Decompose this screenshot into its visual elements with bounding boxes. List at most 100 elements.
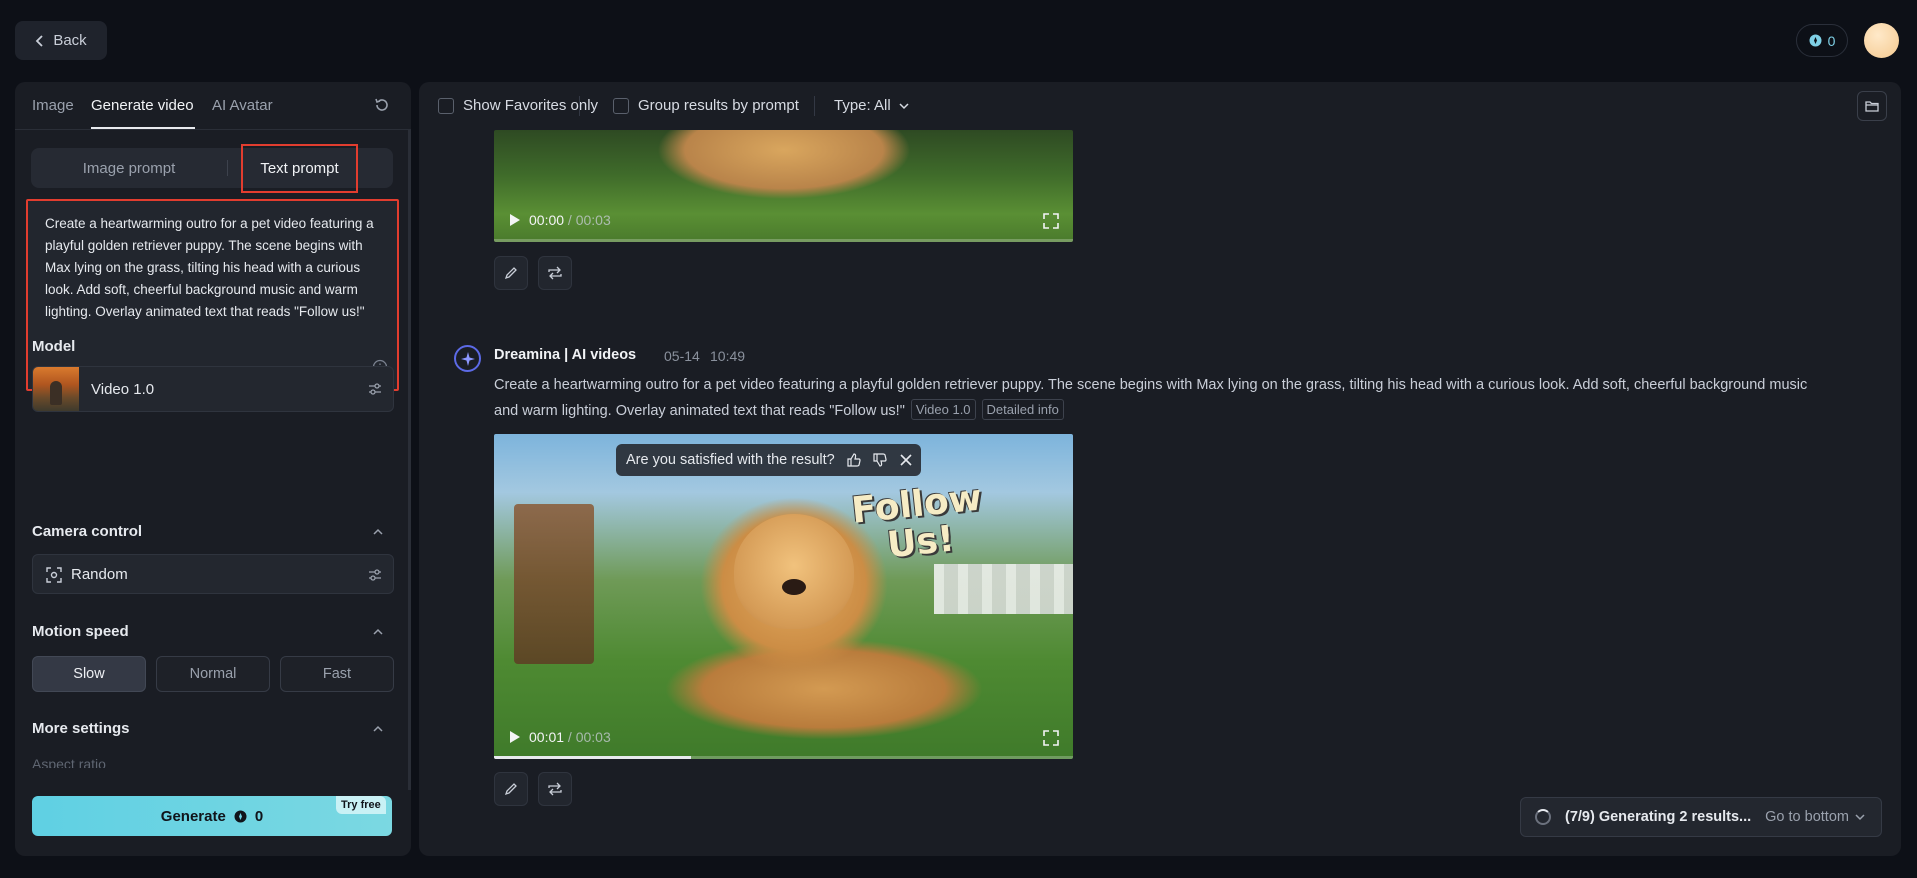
model-thumbnail [33, 367, 79, 411]
generate-cost: 0 [254, 807, 264, 825]
play-icon[interactable] [509, 730, 521, 744]
favorites-label[interactable]: Show Favorites only [463, 97, 598, 114]
video-current-time: 00:01 [529, 729, 565, 745]
edit-button[interactable] [494, 772, 528, 806]
edit-button[interactable] [494, 256, 528, 290]
video-player-previous[interactable]: 00:00 / 00:03 [494, 130, 1073, 242]
chevron-up-icon[interactable] [372, 626, 384, 638]
thumbs-up-icon[interactable] [847, 453, 861, 467]
reset-icon[interactable] [373, 96, 391, 114]
chevron-left-icon [36, 34, 43, 47]
regenerate-button[interactable] [538, 772, 572, 806]
tab-image[interactable]: Image [32, 97, 74, 114]
message-author: Dreamina | AI videos [494, 347, 637, 363]
overlay-line-2: Us! [885, 518, 957, 567]
video-player-result[interactable]: Follow Us! 00:01 / 00:03 [494, 434, 1073, 759]
thumbs-down-icon[interactable] [873, 453, 887, 467]
repeat-icon [548, 266, 562, 280]
message-time: 10:49 [710, 348, 746, 364]
fullscreen-icon[interactable] [1043, 730, 1059, 746]
message-text: Create a heartwarming outro for a pet vi… [494, 377, 1808, 419]
sliders-icon[interactable] [367, 381, 383, 397]
video-controls: 00:00 / 00:03 [509, 212, 611, 228]
speed-normal-button[interactable]: Normal [156, 656, 270, 692]
pencil-icon [504, 267, 517, 280]
video-duration: 00:03 [575, 212, 611, 228]
go-to-bottom-button[interactable]: Go to bottom [1765, 809, 1865, 825]
filter-divider [814, 96, 815, 116]
model-select[interactable]: Video 1.0 [32, 366, 394, 412]
chevron-down-icon [899, 103, 909, 110]
model-value: Video 1.0 [91, 381, 155, 398]
video-current-time: 00:00 [529, 212, 565, 228]
video-overlay-text: Follow Us! [845, 477, 993, 573]
video-scene-fence [934, 564, 1073, 614]
model-label: Model [32, 338, 76, 355]
repeat-icon [548, 782, 562, 796]
loading-spinner-icon [1535, 809, 1551, 825]
camera-control-value: Random [71, 566, 128, 583]
active-tab-indicator [91, 127, 195, 129]
back-button[interactable]: Back [15, 21, 107, 60]
folder-button[interactable] [1857, 91, 1887, 121]
aspect-ratio-label: Aspect ratio [32, 756, 106, 768]
more-settings-label: More settings [32, 720, 130, 737]
mode-tabs: Image Generate video AI Avatar [15, 82, 411, 130]
video-progress-track[interactable] [494, 756, 1073, 759]
video-controls: 00:01 / 00:03 [509, 729, 611, 745]
segment-divider [227, 160, 228, 176]
filter-divider [579, 96, 580, 116]
prompt-textarea[interactable]: Create a heartwarming outro for a pet vi… [26, 199, 399, 391]
fullscreen-icon[interactable] [1043, 213, 1059, 229]
pencil-icon [504, 783, 517, 796]
back-label: Back [53, 32, 87, 49]
left-panel: Image Generate video AI Avatar Image pro… [15, 82, 411, 856]
favorites-checkbox[interactable] [438, 98, 454, 114]
credit-coin-icon [234, 810, 247, 822]
folder-icon [1865, 101, 1879, 112]
video-scene-puppy [734, 514, 854, 629]
chevron-up-icon[interactable] [372, 723, 384, 735]
group-by-prompt-label[interactable]: Group results by prompt [638, 97, 799, 114]
speed-fast-button[interactable]: Fast [280, 656, 394, 692]
go-to-bottom-label: Go to bottom [1765, 809, 1849, 825]
video-progress-track[interactable] [494, 239, 1073, 242]
sliders-icon[interactable] [367, 567, 383, 583]
feedback-question: Are you satisfied with the result? [626, 452, 835, 468]
camera-control-select[interactable]: Random [32, 554, 394, 594]
type-filter-label: Type: All [834, 97, 891, 114]
user-avatar[interactable] [1864, 23, 1899, 58]
chevron-down-icon [1855, 814, 1865, 821]
dreamina-logo-icon [454, 345, 481, 372]
panel-scrollbar[interactable] [408, 130, 411, 790]
tab-generate-video[interactable]: Generate video [91, 97, 194, 114]
close-icon[interactable] [899, 453, 913, 467]
model-tag: Video 1.0 [910, 399, 976, 420]
credit-coin-icon [1809, 34, 1822, 47]
message-date: 05-14 [664, 348, 700, 364]
video-scene-chair [514, 504, 594, 664]
regenerate-button[interactable] [538, 256, 572, 290]
video-scene-puppy-nose [782, 579, 806, 595]
image-prompt-option[interactable]: Image prompt [31, 148, 227, 188]
type-filter-dropdown[interactable]: Type: All [834, 97, 909, 114]
credits-count: 0 [1827, 32, 1836, 49]
results-panel: Show Favorites only Group results by pro… [419, 82, 1901, 856]
generate-label: Generate [160, 807, 226, 825]
generation-status-bar: (7/9) Generating 2 results... Go to bott… [1520, 797, 1882, 837]
video-duration: 00:03 [575, 729, 611, 745]
text-prompt-option[interactable]: Text prompt [241, 144, 358, 193]
filter-bar: Show Favorites only Group results by pro… [419, 82, 1901, 130]
credits-badge[interactable]: 0 [1796, 24, 1848, 57]
try-free-badge: Try free [336, 796, 386, 814]
camera-control-label: Camera control [32, 523, 143, 540]
play-icon[interactable] [509, 213, 521, 227]
chevron-up-icon[interactable] [372, 526, 384, 538]
group-by-prompt-checkbox[interactable] [613, 98, 629, 114]
motion-speed-label: Motion speed [32, 623, 129, 640]
feedback-prompt: Are you satisfied with the result? [616, 444, 921, 476]
tab-ai-avatar[interactable]: AI Avatar [212, 97, 273, 114]
detailed-info-tag[interactable]: Detailed info [981, 399, 1064, 420]
generation-status-text: (7/9) Generating 2 results... [1565, 809, 1752, 825]
speed-slow-button[interactable]: Slow [32, 656, 146, 692]
